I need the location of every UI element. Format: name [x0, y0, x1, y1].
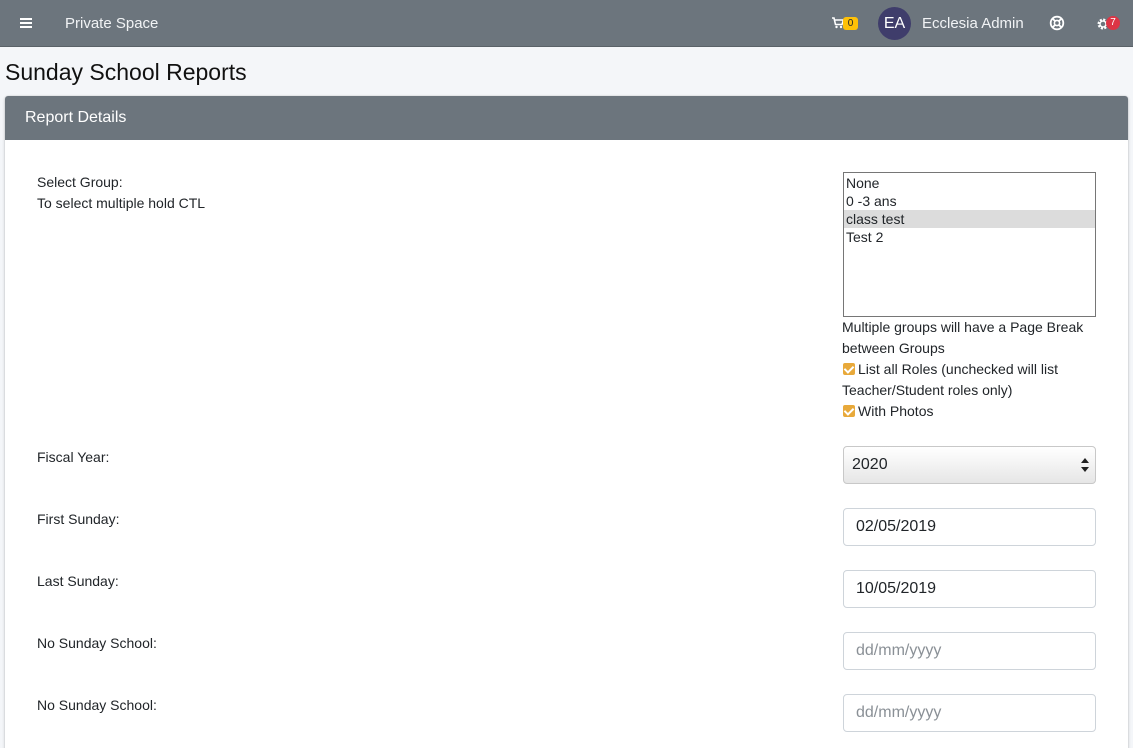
no-sunday-school-input-2[interactable]: dd/mm/yyyy [843, 694, 1096, 732]
top-navbar: Private Space 0 EA Ecclesia Admin 7 [0, 0, 1133, 47]
settings-button[interactable]: 7 [1096, 15, 1126, 33]
select-group-label: Select Group: To select multiple hold CT… [37, 172, 205, 214]
group-option[interactable]: 0 -3 ans [844, 192, 1095, 210]
fiscal-year-select[interactable]: 2020 [843, 446, 1096, 484]
group-option[interactable]: None [844, 174, 1095, 192]
page-break-note: Multiple groups will have a Page Break b… [842, 319, 1084, 356]
list-all-roles-checkbox[interactable] [843, 363, 855, 375]
cart-count-badge: 0 [843, 17, 858, 30]
card-title: Report Details [25, 109, 127, 126]
no-sunday-school-input[interactable]: dd/mm/yyyy [843, 632, 1096, 670]
with-photos-checkbox[interactable] [843, 405, 855, 417]
report-details-card: Report Details Select Group: To select m… [5, 96, 1128, 748]
first-sunday-input[interactable]: 02/05/2019 [843, 508, 1096, 546]
last-sunday-input[interactable]: 10/05/2019 [843, 570, 1096, 608]
group-option-selected[interactable]: class test [844, 210, 1095, 228]
brand-link[interactable]: Private Space [65, 15, 158, 32]
menu-toggle-icon[interactable] [19, 16, 35, 30]
with-photos-label: With Photos [858, 403, 934, 419]
list-all-roles-label: List all Roles (unchecked will list Teac… [842, 361, 1058, 398]
first-sunday-label: First Sunday: [37, 511, 120, 527]
fiscal-year-label: Fiscal Year: [37, 449, 110, 465]
page-title: Sunday School Reports [5, 59, 247, 85]
select-group-label-line2: To select multiple hold CTL [37, 195, 206, 211]
notification-count-badge: 7 [1106, 16, 1120, 30]
card-header: Report Details [5, 96, 1128, 140]
no-sunday-school-label-2: No Sunday School: [37, 697, 157, 713]
user-name-link[interactable]: Ecclesia Admin [922, 15, 1024, 32]
list-all-roles-row: List all Roles (unchecked will list Teac… [842, 359, 1112, 401]
select-group-label-line1: Select Group: [37, 174, 123, 190]
with-photos-row: With Photos [842, 401, 1112, 422]
cart-button[interactable]: 0 [832, 15, 862, 33]
last-sunday-label: Last Sunday: [37, 573, 119, 589]
group-options-block: Multiple groups will have a Page Break b… [842, 317, 1112, 422]
group-option[interactable]: Test 2 [844, 228, 1095, 246]
life-ring-icon [1049, 15, 1065, 31]
help-button[interactable] [1049, 15, 1067, 33]
select-arrows-icon [1081, 458, 1089, 472]
avatar[interactable]: EA [878, 7, 911, 40]
fiscal-year-value: 2020 [852, 456, 888, 473]
no-sunday-school-label: No Sunday School: [37, 635, 157, 651]
group-listbox[interactable]: None 0 -3 ans class test Test 2 [843, 172, 1096, 317]
